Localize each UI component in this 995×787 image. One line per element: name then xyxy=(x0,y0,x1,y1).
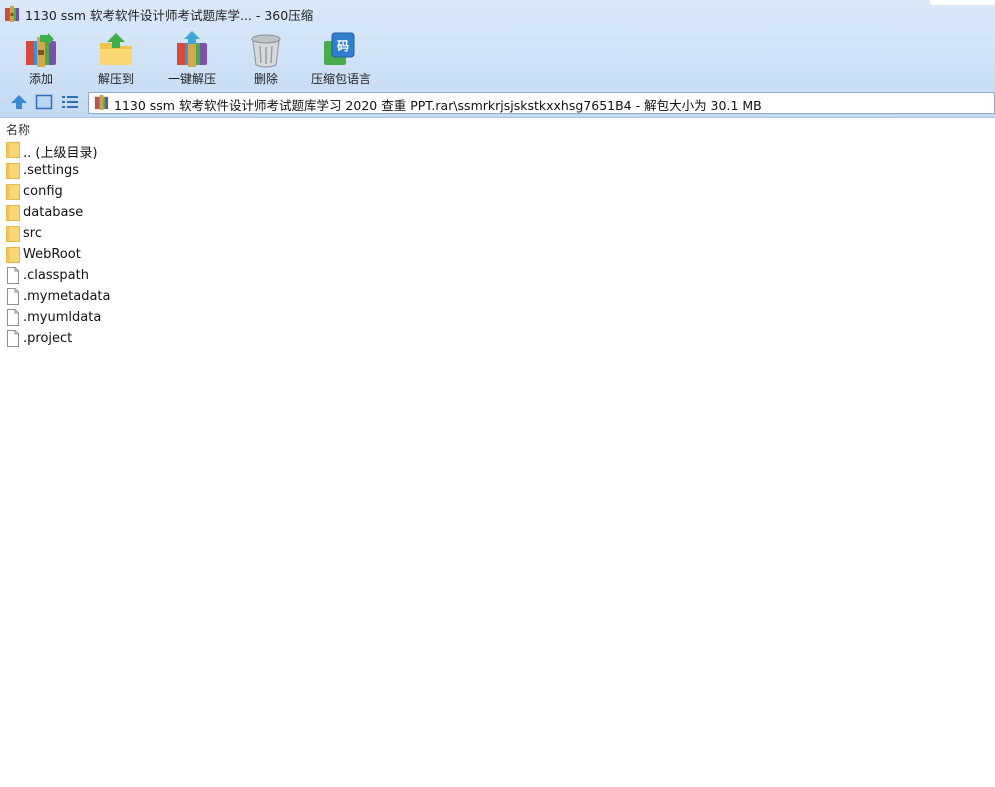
extract-to-label: 解压到 xyxy=(97,72,134,86)
extract-to-folder-icon xyxy=(100,33,132,65)
trash-can-icon xyxy=(251,34,281,68)
file-name: config xyxy=(23,184,63,199)
column-header-name[interactable]: 名称 xyxy=(6,121,30,138)
folder-row[interactable]: src xyxy=(0,223,995,244)
folder-row[interactable]: database xyxy=(0,202,995,223)
file-name: WebRoot xyxy=(23,247,81,262)
folder-icon xyxy=(6,142,20,158)
file-row[interactable]: .myumldata xyxy=(0,307,995,328)
one-click-extract-icon xyxy=(177,31,207,67)
archive-language-icon: 码 xyxy=(324,32,355,65)
folder-icon xyxy=(6,163,20,179)
one-click-extract-label: 一键解压 xyxy=(167,72,216,86)
file-row[interactable]: .mymetadata xyxy=(0,286,995,307)
folder-icon xyxy=(6,247,20,263)
up-arrow-icon[interactable] xyxy=(10,94,28,110)
details-view-icon[interactable] xyxy=(61,94,79,110)
add-label: 添加 xyxy=(28,72,53,86)
svg-text:码: 码 xyxy=(337,39,349,53)
folder-icon xyxy=(6,226,20,242)
window-title: 1130 ssm 软考软件设计师考试题库学... - 360压缩 xyxy=(25,8,314,23)
file-icon xyxy=(7,309,19,326)
folder-icon xyxy=(6,205,20,221)
app-window: 1130 ssm 软考软件设计师考试题库学... - 360压缩 添加 解压到 xyxy=(0,0,995,787)
address-bar-row: 1130 ssm 软考软件设计师考试题库学习 2020 查重 PPT.rar\s… xyxy=(0,88,995,118)
archive-language-label: 压缩包语言 xyxy=(310,72,371,86)
folder-row[interactable]: .. (上级目录) xyxy=(0,139,995,161)
archive-app-icon xyxy=(5,6,19,22)
add-button[interactable]: 添加 xyxy=(13,28,69,88)
delete-button[interactable]: 删除 xyxy=(240,28,292,88)
file-name: .classpath xyxy=(23,268,89,283)
file-name: .myumldata xyxy=(23,310,102,325)
file-name: database xyxy=(23,205,84,220)
file-row[interactable]: .project xyxy=(0,328,995,349)
large-icons-view-icon[interactable] xyxy=(35,94,53,110)
address-path: 1130 ssm 软考软件设计师考试题库学习 2020 查重 PPT.rar\s… xyxy=(114,98,762,113)
window-controls[interactable] xyxy=(930,0,995,5)
file-icon xyxy=(7,267,19,284)
file-icon xyxy=(7,330,19,347)
file-name: .settings xyxy=(23,163,79,178)
folder-row[interactable]: WebRoot xyxy=(0,244,995,265)
file-name: src xyxy=(23,226,42,241)
file-name: .mymetadata xyxy=(23,289,111,304)
title-bar[interactable]: 1130 ssm 软考软件设计师考试题库学... - 360压缩 xyxy=(0,0,995,28)
file-icon xyxy=(7,288,19,305)
add-archive-icon xyxy=(26,33,56,67)
folder-row[interactable]: config xyxy=(0,181,995,202)
toolbar: 添加 解压到 一键解压 删除 码 压缩包语言 xyxy=(0,28,995,88)
one-click-extract-button[interactable]: 一键解压 xyxy=(160,28,224,88)
delete-label: 删除 xyxy=(253,72,278,86)
file-name: .project xyxy=(23,331,73,346)
file-name: .. (上级目录) xyxy=(23,146,98,161)
file-row[interactable]: .classpath xyxy=(0,265,995,286)
file-list: 名称 .. (上级目录) .settings config database src We… xyxy=(0,118,995,787)
archive-language-button[interactable]: 码 压缩包语言 xyxy=(306,28,376,88)
archive-file-icon xyxy=(94,95,109,110)
folder-row[interactable]: .settings xyxy=(0,160,995,181)
address-field[interactable]: 1130 ssm 软考软件设计师考试题库学习 2020 查重 PPT.rar\s… xyxy=(88,92,995,114)
folder-icon xyxy=(6,184,20,200)
extract-to-button[interactable]: 解压到 xyxy=(88,28,144,88)
file-rows: .. (上级目录) .settings config database src WebRo… xyxy=(0,139,995,349)
